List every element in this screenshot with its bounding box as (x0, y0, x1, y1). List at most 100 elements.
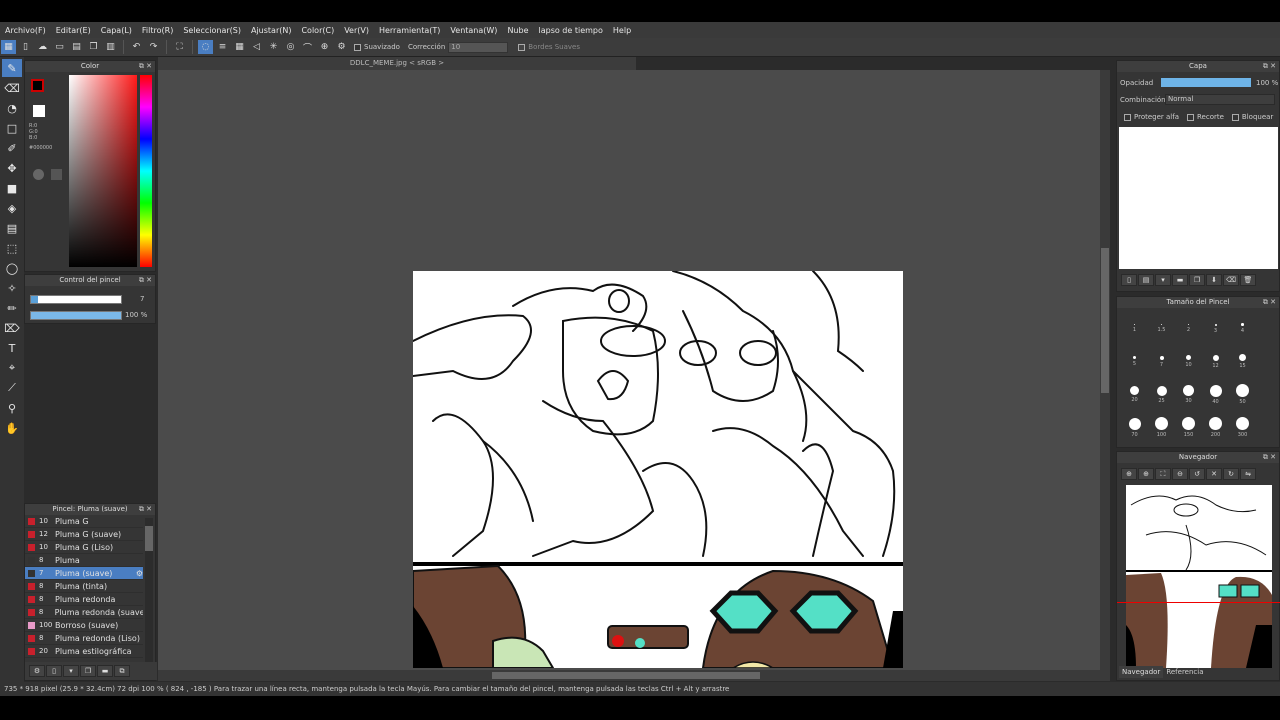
deselect-icon[interactable]: ⛶ (172, 40, 187, 54)
copy-brush-icon[interactable]: ❐ (80, 665, 96, 677)
menu-item-10[interactable]: Nube (502, 26, 533, 35)
menu-item-4[interactable]: Seleccionar(S) (178, 26, 246, 35)
panel-close-icon[interactable]: ⧉ ✕ (139, 275, 152, 286)
symmetry-icon[interactable]: ⊕ (317, 40, 332, 54)
menu-item-6[interactable]: Color(C) (296, 26, 339, 35)
layer-add-menu-icon[interactable]: ▾ (1155, 274, 1171, 286)
tab-referencia[interactable]: Referencia (1163, 666, 1206, 678)
menu-item-11[interactable]: lapso de tiempo (534, 26, 608, 35)
clipping-checkbox[interactable] (1187, 113, 1194, 121)
color-history-icon[interactable] (51, 169, 62, 180)
artwork-canvas[interactable] (413, 271, 903, 668)
brush-size-option[interactable]: 30 (1175, 378, 1202, 411)
brush-size-option[interactable]: 70 (1121, 411, 1148, 444)
concentric-icon[interactable]: ◎ (283, 40, 298, 54)
curve-ruler-icon[interactable]: ⌒ (300, 40, 315, 54)
lasso-icon[interactable]: ◯ (2, 259, 22, 277)
canvas-vertical-scrollbar[interactable] (1100, 70, 1110, 670)
layer-folder-icon[interactable]: ▬ (1172, 274, 1188, 286)
hue-slider[interactable] (140, 75, 152, 267)
fit-icon[interactable]: ⛶ (1155, 468, 1171, 480)
panel-close-icon[interactable]: ⧉ ✕ (1263, 452, 1276, 463)
panel-close-icon[interactable]: ⧉ ✕ (1263, 297, 1276, 308)
menu-item-12[interactable]: Help (608, 26, 636, 35)
brush-size-option[interactable]: 4 (1229, 312, 1256, 345)
menu-item-7[interactable]: Ver(V) (339, 26, 374, 35)
operation-tool-icon[interactable]: ⌖ (2, 359, 22, 377)
text-tool-icon[interactable]: T (2, 339, 22, 357)
protect-alpha-checkbox[interactable] (1124, 113, 1131, 121)
brush-list-item[interactable]: 8 Pluma redonda (suave (25, 606, 143, 619)
hatch-icon[interactable]: ≡ (215, 40, 230, 54)
bucket-tool-icon[interactable]: ◈ (2, 199, 22, 217)
zoom-out-icon[interactable]: ⊖ (1172, 468, 1188, 480)
layer-copy-icon[interactable]: ❐ (1189, 274, 1205, 286)
brush-size-option[interactable]: 25 (1148, 378, 1175, 411)
brush-list-item[interactable]: 10 Pluma G (Liso) (25, 541, 143, 554)
magic-wand-icon[interactable]: ✧ (2, 279, 22, 297)
save-icon[interactable]: ▭ (52, 40, 67, 54)
reset-view-icon[interactable]: ✕ (1206, 468, 1222, 480)
duplicate-icon[interactable]: ⧉ (114, 665, 130, 677)
brush-size-option[interactable]: 3 (1202, 312, 1229, 345)
menu-item-0[interactable]: Archivo(F) (0, 26, 51, 35)
suavizado-checkbox[interactable] (354, 43, 361, 51)
redo-icon[interactable]: ↷ (146, 40, 161, 54)
brush-list-item[interactable]: 7 Pluma (suave) ⚙ (25, 567, 143, 580)
layer-list[interactable] (1119, 127, 1278, 269)
hand-tool-icon[interactable]: ✋ (2, 419, 22, 437)
grid-icon[interactable]: ▥ (103, 40, 118, 54)
layer-clear-icon[interactable]: ⌫ (1223, 274, 1239, 286)
lock-checkbox[interactable] (1231, 113, 1239, 121)
menu-item-5[interactable]: Ajustar(N) (246, 26, 297, 35)
menu-item-8[interactable]: Herramienta(T) (374, 26, 445, 35)
brush-size-option[interactable]: 12 (1202, 345, 1229, 378)
foreground-color-swatch[interactable] (31, 79, 44, 92)
fill-rect-icon[interactable]: ■ (2, 179, 22, 197)
layer-opacity-slider[interactable] (1161, 78, 1251, 87)
snap-settings-icon[interactable]: ⚙ (334, 40, 349, 54)
menu-item-1[interactable]: Editar(E) (51, 26, 96, 35)
menu-item-2[interactable]: Capa(L) (96, 26, 137, 35)
brush-list-item[interactable]: 8 Pluma (tinta) (25, 580, 143, 593)
brush-tool-icon[interactable]: ✐ (2, 139, 22, 157)
brush-size-option[interactable]: 15 (1229, 345, 1256, 378)
panel-close-icon[interactable]: ⧉ ✕ (1263, 61, 1276, 72)
select-rect-icon[interactable]: ⬚ (2, 239, 22, 257)
blend-mode-select[interactable]: Normal (1165, 94, 1275, 105)
brush-list-item[interactable]: 8 Pluma redonda (25, 593, 143, 606)
stabilizer-icon[interactable]: ◌ (198, 40, 213, 54)
new-brush-icon[interactable]: ▯ (46, 665, 62, 677)
pen-tool-icon[interactable]: ✎ (2, 59, 22, 77)
hatch-grid-icon[interactable]: ▦ (232, 40, 247, 54)
document-icon[interactable]: ▤ (69, 40, 84, 54)
brush-size-option[interactable]: 40 (1202, 378, 1229, 411)
blur-tool-icon[interactable]: ◔ (2, 99, 22, 117)
brush-list-item[interactable]: 8 Pluma redonda (Liso) (25, 632, 143, 645)
rotate-left-icon[interactable]: ↺ (1189, 468, 1205, 480)
brush-size-option[interactable]: 20 (1121, 378, 1148, 411)
zoom-in-icon[interactable]: ⊕ (1121, 468, 1137, 480)
bordes-suaves-checkbox[interactable] (518, 43, 526, 51)
correccion-select[interactable]: 10 (448, 41, 509, 53)
brush-size-option[interactable]: 5 (1121, 345, 1148, 378)
brush-list-item[interactable]: 20 Pluma estilográfica (25, 645, 143, 658)
brush-size-option[interactable]: 10 (1175, 345, 1202, 378)
brush-size-option[interactable]: 50 (1229, 378, 1256, 411)
brush-list-item[interactable]: 100 Borroso (suave) (25, 619, 143, 632)
transparent-color-swatch[interactable] (33, 105, 45, 117)
brush-size-option[interactable]: 150 (1175, 411, 1202, 444)
tab-navegador[interactable]: Navegador (1119, 666, 1164, 678)
zoom-in-alt-icon[interactable]: ⊕ (1138, 468, 1154, 480)
eyedropper-icon[interactable]: ⚲ (2, 399, 22, 417)
move-tool-icon[interactable]: ✥ (2, 159, 22, 177)
brush-size-option[interactable]: 1.5 (1148, 312, 1175, 345)
brush-menu-icon[interactable]: ▾ (63, 665, 79, 677)
panel-close-icon[interactable]: ⧉ ✕ (139, 504, 152, 515)
copy-icon[interactable]: ❐ (86, 40, 101, 54)
brush-size-option[interactable]: 7 (1148, 345, 1175, 378)
menu-item-9[interactable]: Ventana(W) (445, 26, 502, 35)
flip-icon[interactable]: ⇋ (1240, 468, 1256, 480)
select-eraser-icon[interactable]: ⌦ (2, 319, 22, 337)
brush-settings-gear-icon[interactable]: ⚙ (136, 569, 143, 578)
